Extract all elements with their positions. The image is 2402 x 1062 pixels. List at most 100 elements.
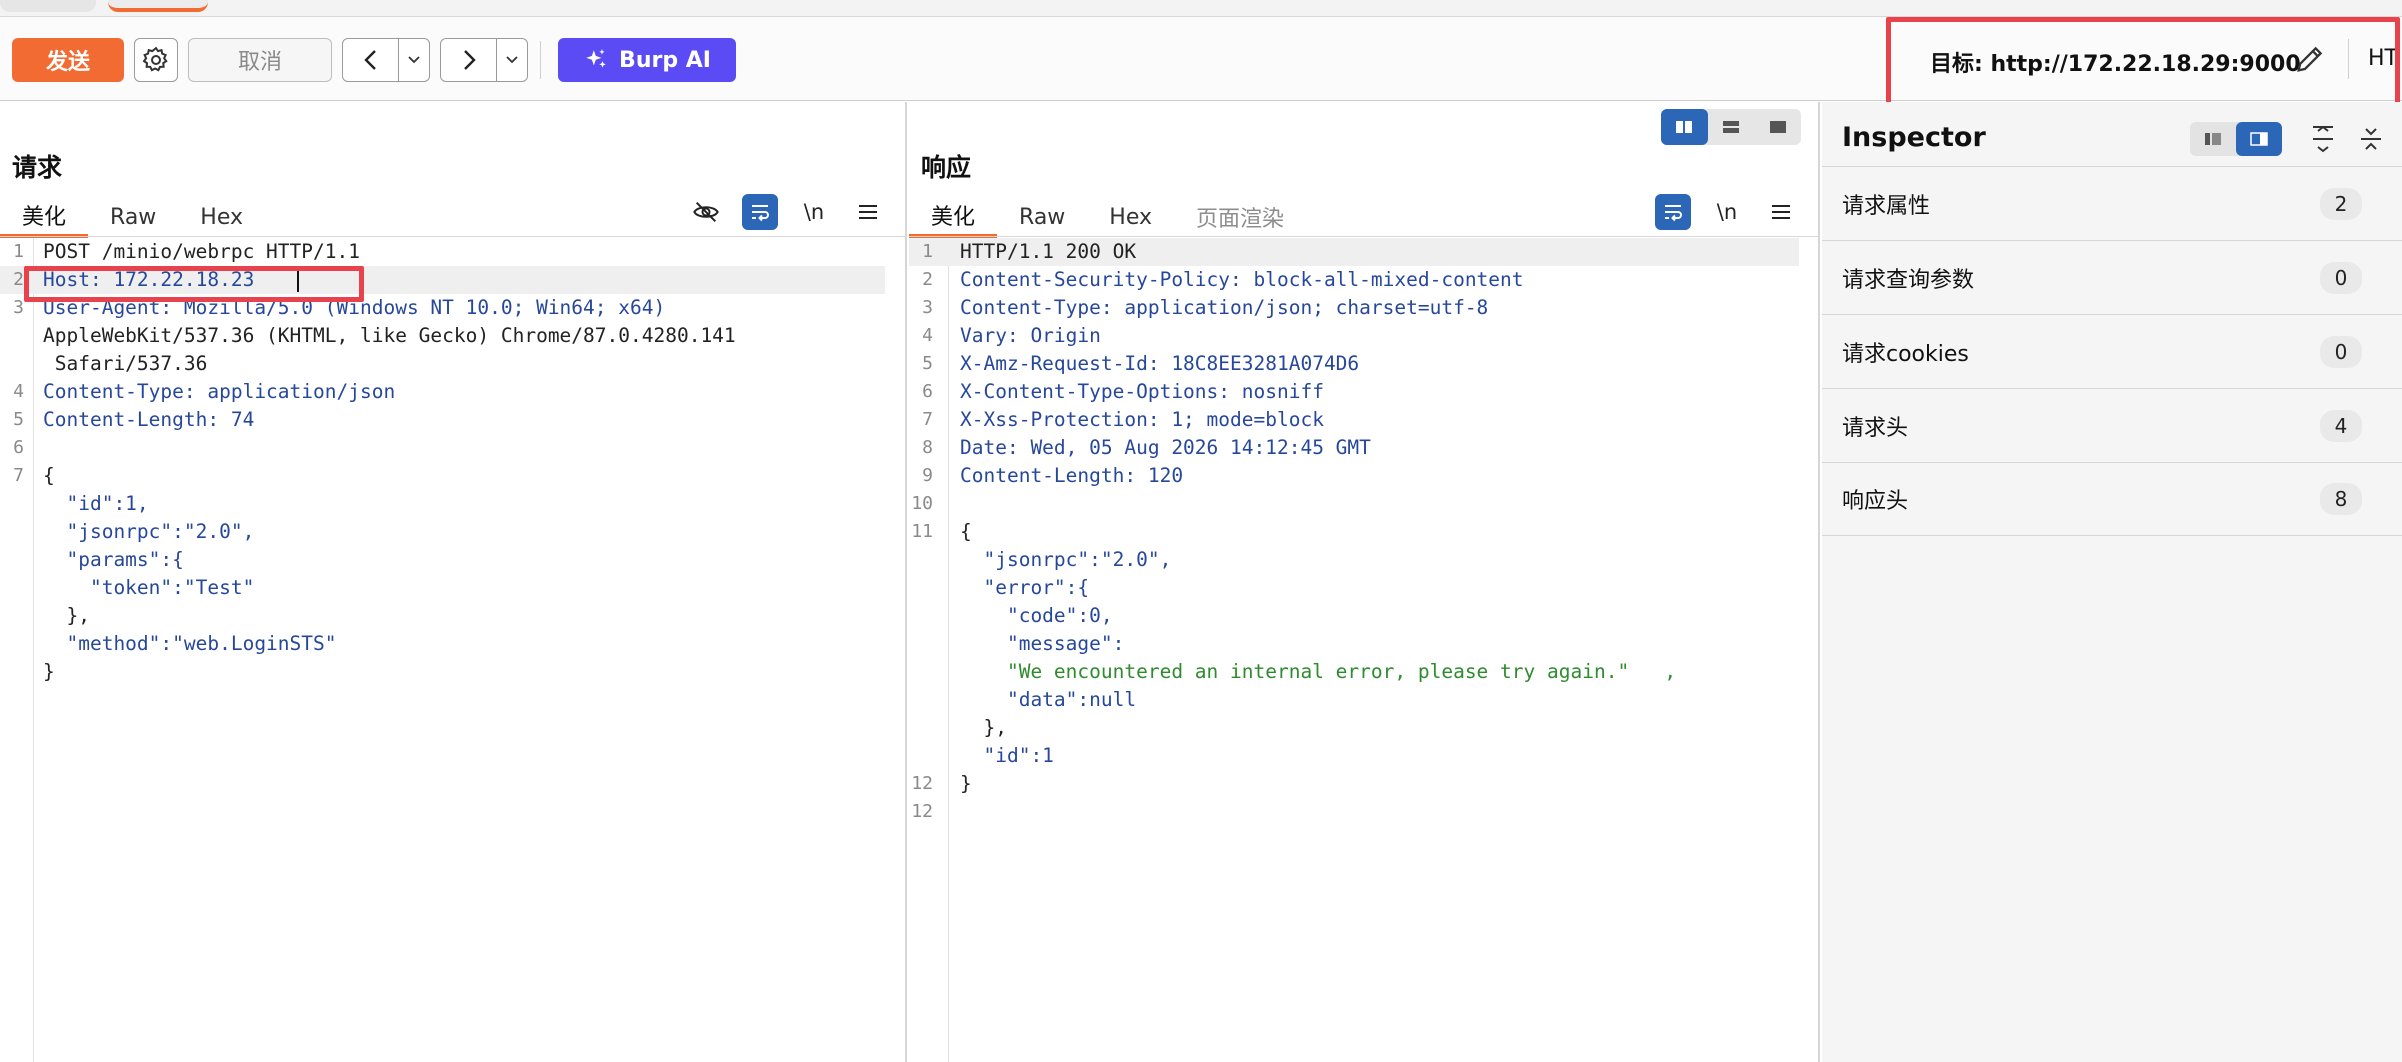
code-line: 2 Host: 172.22.18.23 — [0, 266, 885, 294]
inspector-left-dock-button[interactable] — [2190, 122, 2236, 156]
settings-button[interactable] — [134, 38, 178, 82]
layout-stacked-button[interactable] — [1708, 109, 1755, 145]
back-button[interactable] — [343, 39, 399, 81]
target-area: 目标: http://172.22.18.29:9000 HT — [1886, 17, 2402, 101]
code-line: Safari/537.36 — [0, 350, 905, 378]
line-number: 4 — [13, 381, 24, 402]
body-line: "data":null — [960, 688, 1137, 711]
response-editor[interactable]: 1 HTTP/1.1 200 OK 2 Content-Security-Polic… — [909, 238, 1818, 1062]
code-line: "token":"Test" — [0, 574, 905, 602]
inspector-row-response-headers[interactable]: 响应头 8 — [1822, 462, 2402, 536]
forward-navigation — [440, 38, 528, 82]
response-tab-hex[interactable]: Hex — [1087, 196, 1174, 238]
request-lines: 1 POST /minio/webrpc HTTP/1.1 2 Host: 172.… — [0, 238, 905, 686]
forward-history-dropdown[interactable] — [497, 39, 527, 81]
body-line: }, — [43, 604, 90, 627]
code-line: "params":{ — [0, 546, 905, 574]
body-line: "id":1 — [960, 744, 1054, 767]
code-line: 12} — [909, 770, 1818, 798]
inspector-row-request-attributes[interactable]: 请求属性 2 — [1822, 166, 2402, 240]
edit-target-button[interactable] — [2288, 37, 2332, 81]
body-line: "jsonrpc":"2.0", — [43, 520, 255, 543]
header-line: Content-Type: application/json; charset=… — [960, 296, 1489, 319]
line-number: 10 — [911, 493, 933, 514]
body-line: { — [960, 520, 972, 543]
response-tab-pretty[interactable]: 美化 — [909, 196, 998, 238]
line-number: 5 — [922, 353, 933, 374]
word-wrap-toggle[interactable] — [742, 194, 778, 230]
request-editor-tools: \n — [688, 194, 886, 230]
code-line: 3 Content-Type: application/json; charset… — [909, 294, 1818, 322]
inspector-row-label: 响应头 — [1842, 489, 1909, 514]
editor-tab[interactable] — [0, 0, 96, 12]
show-newlines-toggle[interactable]: \n — [1709, 194, 1745, 230]
request-panel: 请求 美化 Raw Hex \n 1 POST /minio/webrpc HTT… — [0, 102, 907, 1062]
burp-ai-label: Burp AI — [619, 47, 711, 73]
body-line: "params":{ — [43, 548, 184, 571]
response-menu-button[interactable] — [1763, 194, 1799, 230]
code-line: "method":"web.LoginSTS" — [0, 630, 905, 658]
show-newlines-toggle[interactable]: \n — [796, 194, 832, 230]
body-line: } — [960, 772, 972, 795]
single-pane-icon — [1769, 121, 1786, 133]
request-tab-pretty[interactable]: 美化 — [0, 196, 89, 238]
sparkle-icon — [586, 49, 606, 68]
response-tab-render[interactable]: 页面渲染 — [1174, 196, 1306, 238]
request-tab-raw[interactable]: Raw — [88, 196, 178, 238]
chevron-left-icon — [363, 50, 376, 70]
newline-icon: \n — [1716, 200, 1738, 224]
body-line: "code":0, — [960, 604, 1113, 627]
top-tab-strip — [0, 0, 2402, 17]
line-number: 7 — [922, 409, 933, 430]
code-line: 4 Content-Type: application/json — [0, 378, 905, 406]
expand-all-button[interactable] — [2306, 122, 2340, 156]
line-number: 4 — [922, 325, 933, 346]
code-line: 7 X-Xss-Protection: 1; mode=block — [909, 406, 1818, 434]
back-history-dropdown[interactable] — [399, 39, 429, 81]
response-panel: 响应 美化 Raw Hex 页面渲染 \n 1 HTTP/1.1 200 OK 2… — [909, 102, 1820, 1062]
http-version-label[interactable]: HT — [2368, 46, 2398, 71]
chevron-down-icon — [408, 56, 420, 64]
hide-nonprintable-button[interactable] — [688, 194, 724, 230]
count-badge: 0 — [2320, 335, 2362, 368]
word-wrap-toggle[interactable] — [1655, 194, 1691, 230]
request-editor[interactable]: 1 POST /minio/webrpc HTTP/1.1 2 Host: 172.… — [0, 238, 905, 1062]
header-line: Content-Length: 120 — [960, 464, 1184, 487]
line-number: 3 — [922, 297, 933, 318]
columns-icon — [1676, 121, 1693, 133]
collapse-all-button[interactable] — [2354, 122, 2388, 156]
count-badge: 0 — [2320, 261, 2362, 294]
code-line: 6 X-Content-Type-Options: nosniff — [909, 378, 1818, 406]
line-number: 12 — [911, 773, 933, 794]
response-tab-raw[interactable]: Raw — [997, 196, 1087, 238]
header-line: Content-Type: application/json — [43, 380, 396, 403]
code-line: "jsonrpc":"2.0", — [909, 546, 1818, 574]
eye-off-icon — [693, 201, 719, 223]
forward-button[interactable] — [441, 39, 497, 81]
cancel-button[interactable]: 取消 — [188, 38, 332, 82]
line-number: 8 — [922, 437, 933, 458]
editor-tab-active[interactable] — [108, 0, 208, 12]
chevron-down-icon — [506, 56, 518, 64]
code-line: 11 { — [909, 518, 1818, 546]
back-navigation — [342, 38, 430, 82]
request-tab-hex[interactable]: Hex — [178, 196, 265, 238]
request-menu-button[interactable] — [850, 194, 886, 230]
code-line: 3 User-Agent: Mozilla/5.0 (Windows NT 10.… — [0, 294, 905, 322]
body-line: "method":"web.LoginSTS" — [43, 632, 337, 655]
send-button[interactable]: 发送 — [12, 38, 124, 82]
layout-side-by-side-button[interactable] — [1661, 109, 1708, 145]
inspector-row-query-params[interactable]: 请求查询参数 0 — [1822, 240, 2402, 314]
layout-tabs-button[interactable] — [1754, 109, 1801, 145]
line-number: 12 — [911, 801, 933, 822]
inspector-row-request-headers[interactable]: 请求头 4 — [1822, 388, 2402, 462]
inspector-row-cookies[interactable]: 请求cookies 0 — [1822, 314, 2402, 388]
header-line: Content-Length: 74 — [43, 408, 255, 431]
hamburger-menu-icon — [859, 205, 877, 219]
header-line: X-Content-Type-Options: nosniff — [960, 380, 1324, 403]
body-line: "token":"Test" — [43, 576, 255, 599]
count-badge: 4 — [2320, 409, 2362, 442]
burp-ai-button[interactable]: Burp AI — [558, 38, 736, 82]
inspector-right-dock-button[interactable] — [2236, 122, 2282, 156]
body-line: "We encountered an internal error, pleas… — [960, 660, 1677, 683]
